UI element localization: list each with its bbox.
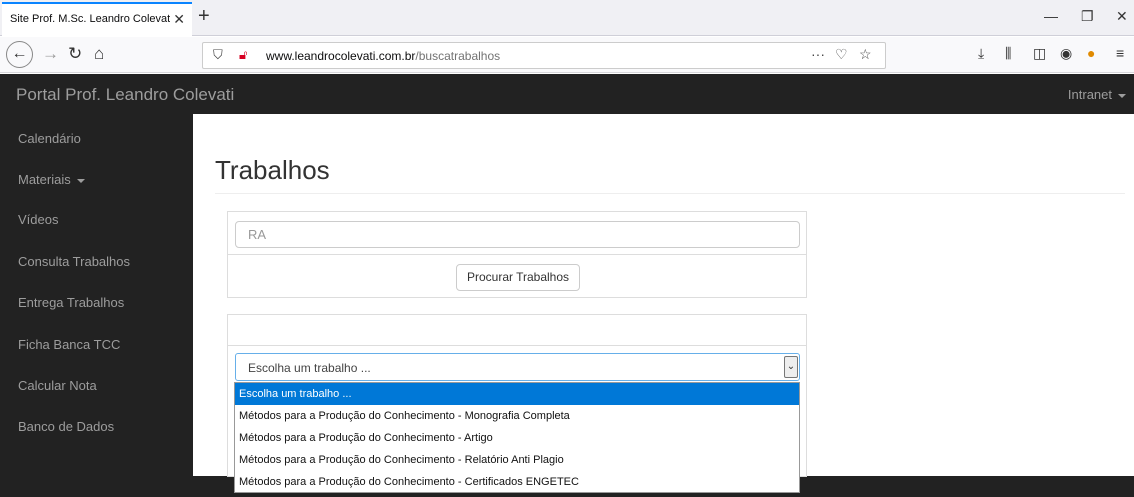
- downloads-icon[interactable]: ⤓: [978, 45, 984, 62]
- page-title: Trabalhos: [215, 155, 330, 185]
- select-value: Escolha um trabalho ...: [248, 361, 371, 375]
- home-icon[interactable]: ⌂: [94, 43, 104, 65]
- forward-icon[interactable]: →: [42, 43, 59, 65]
- browser-tab[interactable]: Site Prof. M.Sc. Leandro Colevati d ✕: [2, 2, 192, 36]
- caret-down-icon: [76, 178, 85, 183]
- sidebar-item-ficha-banca-tcc[interactable]: Ficha Banca TCC: [18, 337, 120, 352]
- work-select-options: Escolha um trabalho ... Métodos para a P…: [234, 382, 800, 493]
- pocket-icon[interactable]: ♡: [835, 46, 848, 63]
- url-host: www.leandrocolevati.com.br: [266, 49, 416, 63]
- sidebar-item-calcular-nota[interactable]: Calcular Nota: [18, 378, 97, 393]
- chevron-down-icon[interactable]: ⌄: [784, 356, 798, 378]
- results-panel: [227, 314, 807, 346]
- sidebar-item-videos[interactable]: Vídeos: [18, 212, 58, 227]
- menu-icon[interactable]: ≡: [1116, 45, 1124, 61]
- sidebar-item-banco-de-dados[interactable]: Banco de Dados: [18, 419, 114, 434]
- select-option[interactable]: Escolha um trabalho ...: [235, 383, 799, 405]
- url-path: /buscatrabalhos: [415, 49, 501, 63]
- ra-input[interactable]: [235, 221, 800, 248]
- sidebar-item-materiais[interactable]: Materiais: [18, 172, 85, 187]
- restore-icon[interactable]: ❐: [1081, 8, 1094, 25]
- account-icon[interactable]: ◉: [1060, 45, 1072, 62]
- back-icon[interactable]: ←: [6, 41, 33, 68]
- intranet-menu[interactable]: Intranet: [1068, 87, 1126, 102]
- reload-icon[interactable]: ↻: [68, 43, 82, 65]
- sidebar: Calendário Materiais Vídeos Consulta Tra…: [0, 114, 193, 497]
- close-tab-icon[interactable]: ✕: [173, 11, 185, 28]
- sidebar-item-consulta-trabalhos[interactable]: Consulta Trabalhos: [18, 254, 130, 269]
- portal-navbar: Portal Prof. Leandro Colevati Intranet: [0, 74, 1134, 114]
- search-works-button[interactable]: Procurar Trabalhos: [456, 264, 580, 291]
- close-window-icon[interactable]: ✕: [1116, 8, 1128, 25]
- select-option[interactable]: Métodos para a Produção do Conhecimento …: [235, 449, 799, 471]
- sidebar-item-label: Materiais: [18, 172, 71, 187]
- url-bar[interactable]: ⛉ 🔓︎ www.leandrocolevati.com.br/buscatra…: [202, 42, 886, 69]
- extension-icon[interactable]: ●: [1087, 45, 1095, 61]
- page-actions-icon[interactable]: ···: [811, 46, 825, 62]
- title-divider: [215, 193, 1125, 194]
- library-icon[interactable]: ⫼: [1005, 45, 1011, 62]
- browser-tab-bar: Site Prof. M.Sc. Leandro Colevati d ✕ + …: [0, 0, 1134, 36]
- url-text[interactable]: www.leandrocolevati.com.br/buscatrabalho…: [266, 49, 500, 63]
- select-option[interactable]: Métodos para a Produção do Conhecimento …: [235, 471, 799, 493]
- sidebar-item-calendario[interactable]: Calendário: [18, 131, 81, 146]
- browser-toolbar: ← → ↻ ⌂ ⛉ 🔓︎ www.leandrocolevati.com.br/…: [0, 37, 1134, 73]
- sidebar-item-entrega-trabalhos[interactable]: Entrega Trabalhos: [18, 295, 124, 310]
- bookmark-star-icon[interactable]: ☆: [859, 46, 872, 63]
- minimize-icon[interactable]: —: [1044, 8, 1058, 24]
- select-option[interactable]: Métodos para a Produção do Conhecimento …: [235, 427, 799, 449]
- intranet-label: Intranet: [1067, 87, 1112, 102]
- caret-down-icon: [1118, 93, 1126, 98]
- new-tab-button[interactable]: +: [198, 6, 210, 26]
- shield-icon[interactable]: ⛉: [213, 47, 223, 63]
- sidebar-icon[interactable]: ◫: [1033, 45, 1046, 62]
- tab-title: Site Prof. M.Sc. Leandro Colevati d: [10, 13, 170, 25]
- insecure-lock-icon[interactable]: 🔓︎: [239, 47, 247, 63]
- work-select[interactable]: Escolha um trabalho ... ⌄: [235, 353, 800, 381]
- portal-brand[interactable]: Portal Prof. Leandro Colevati: [16, 85, 234, 105]
- select-option[interactable]: Métodos para a Produção do Conhecimento …: [235, 405, 799, 427]
